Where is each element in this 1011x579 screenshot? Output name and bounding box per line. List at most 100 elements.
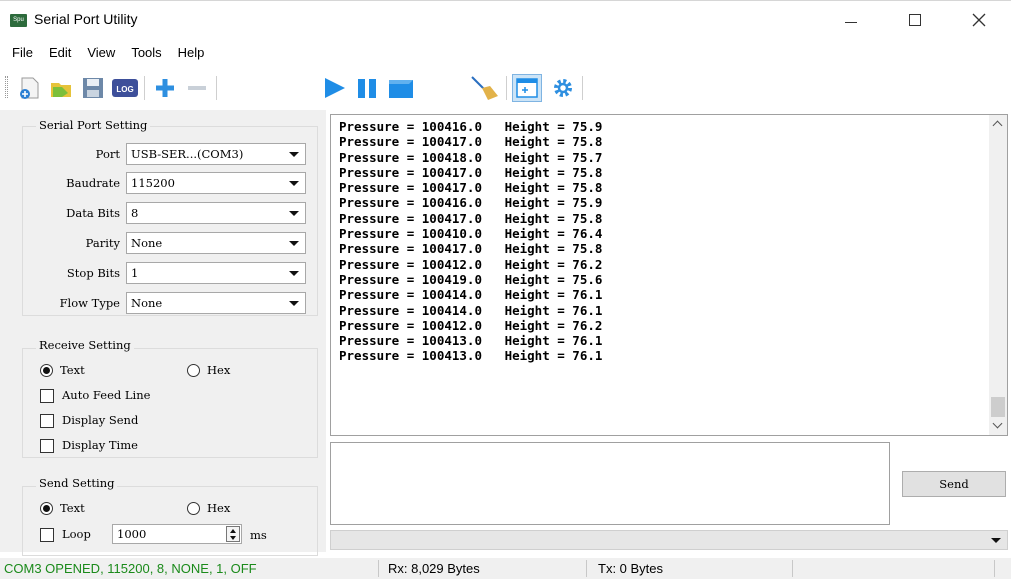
loop-checkbox[interactable]	[40, 528, 54, 542]
stopbits-select[interactable]: 1	[126, 262, 306, 284]
menu-view[interactable]: View	[81, 43, 121, 62]
status-separator	[994, 560, 995, 577]
received-line: Pressure = 100416.0 Height = 75.9	[339, 195, 603, 211]
menu-bar: File Edit View Tools Help	[0, 40, 214, 64]
scrollbar-thumb[interactable]	[991, 397, 1005, 417]
chevron-down-icon	[289, 211, 299, 216]
receive-text-radio[interactable]	[40, 364, 53, 377]
log-button[interactable]: LOG	[110, 74, 140, 102]
baudrate-select[interactable]: 115200	[126, 172, 306, 194]
close-button[interactable]	[956, 7, 1002, 33]
window-layout-button[interactable]	[512, 74, 542, 102]
menu-tools[interactable]: Tools	[125, 43, 167, 62]
databits-label: Data Bits	[66, 206, 120, 220]
stop-button[interactable]	[386, 74, 416, 102]
port-value: USB-SER...(COM3)	[131, 147, 244, 161]
settings-gear-icon	[554, 79, 572, 97]
status-separator	[586, 560, 587, 577]
minimize-icon	[845, 21, 857, 23]
send-button[interactable]: Send	[902, 471, 1006, 497]
add-button[interactable]	[150, 74, 180, 102]
pause-icon	[358, 79, 376, 98]
chevron-down-icon	[991, 538, 1001, 543]
send-history-select[interactable]	[330, 530, 1008, 550]
display-send-label: Display Send	[62, 413, 139, 427]
maximize-icon	[909, 14, 921, 26]
loop-label: Loop	[62, 527, 91, 541]
menu-file[interactable]: File	[6, 43, 39, 62]
chevron-down-icon	[289, 271, 299, 276]
svg-text:LOG: LOG	[116, 85, 133, 94]
spin-arrows-icon[interactable]	[226, 526, 240, 542]
settings-button[interactable]	[548, 74, 578, 102]
minimize-button[interactable]	[828, 7, 874, 33]
toolbar-separator	[216, 76, 217, 100]
send-text-radio[interactable]	[40, 502, 53, 515]
display-send-checkbox[interactable]	[40, 414, 54, 428]
clear-broom-icon	[471, 76, 498, 100]
received-line: Pressure = 100418.0 Height = 75.7	[339, 149, 603, 165]
send-text-label: Text	[60, 501, 85, 515]
remove-button[interactable]	[182, 74, 212, 102]
connection-status: COM3 OPENED, 115200, 8, NONE, 1, OFF	[4, 561, 257, 576]
stopbits-value: 1	[131, 266, 139, 280]
maximize-button[interactable]	[892, 7, 938, 33]
received-line: Pressure = 100417.0 Height = 75.8	[339, 210, 603, 226]
flowtype-select[interactable]: None	[126, 292, 306, 314]
auto-feed-line-label: Auto Feed Line	[62, 388, 151, 402]
received-line: Pressure = 100417.0 Height = 75.8	[339, 180, 603, 196]
menu-edit[interactable]: Edit	[43, 43, 77, 62]
parity-label: Parity	[85, 236, 120, 250]
received-line: Pressure = 100412.0 Height = 76.2	[339, 317, 603, 333]
remove-icon	[188, 86, 206, 90]
window-icon	[516, 78, 538, 98]
send-hex-radio[interactable]	[187, 502, 200, 515]
receive-hex-label: Hex	[207, 363, 231, 377]
open-button[interactable]	[46, 74, 76, 102]
loop-unit-label: ms	[250, 528, 267, 542]
received-line: Pressure = 100412.0 Height = 76.2	[339, 256, 603, 272]
received-line: Pressure = 100417.0 Height = 75.8	[339, 134, 603, 150]
serial-port-group-title: Serial Port Setting	[36, 118, 151, 132]
send-textarea[interactable]	[330, 442, 890, 525]
flowtype-value: None	[131, 296, 163, 310]
databits-value: 8	[131, 206, 139, 220]
clear-button[interactable]	[470, 74, 500, 102]
menu-help[interactable]: Help	[172, 43, 211, 62]
new-file-button[interactable]	[14, 74, 44, 102]
toolbar-separator	[506, 76, 507, 100]
settings-panel: Serial Port Setting Port USB-SER...(COM3…	[0, 110, 326, 556]
new-file-icon	[20, 77, 39, 99]
save-button[interactable]	[78, 74, 108, 102]
scroll-up-icon[interactable]	[992, 120, 1003, 131]
app-logo-icon: Spu	[10, 14, 27, 27]
window-title: Serial Port Utility	[34, 11, 138, 27]
scroll-down-icon[interactable]	[992, 418, 1003, 429]
pause-button[interactable]	[352, 74, 382, 102]
auto-feed-line-checkbox[interactable]	[40, 389, 54, 403]
flowtype-label: Flow Type	[59, 296, 120, 310]
play-icon	[325, 78, 345, 98]
chevron-down-icon	[289, 241, 299, 246]
loop-interval-spinbox[interactable]: 1000	[112, 524, 242, 544]
received-line: Pressure = 100416.0 Height = 75.9	[339, 119, 603, 134]
send-hex-label: Hex	[207, 501, 231, 515]
parity-select[interactable]: None	[126, 232, 306, 254]
save-icon	[83, 78, 103, 98]
log-icon: LOG	[112, 79, 138, 97]
chevron-down-icon	[289, 301, 299, 306]
receive-hex-radio[interactable]	[187, 364, 200, 377]
receive-setting-title: Receive Setting	[36, 338, 134, 352]
start-button[interactable]	[320, 74, 350, 102]
display-time-checkbox[interactable]	[40, 439, 54, 453]
received-line: Pressure = 100419.0 Height = 75.6	[339, 271, 603, 287]
open-folder-icon	[51, 83, 71, 97]
toolbar-separator	[144, 76, 145, 100]
vertical-scrollbar[interactable]	[989, 115, 1007, 435]
baudrate-label: Baudrate	[66, 176, 120, 190]
close-icon	[972, 13, 986, 27]
send-setting-title: Send Setting	[36, 476, 118, 490]
receive-textarea[interactable]: Pressure = 100416.0 Height = 75.9 Pressur…	[330, 114, 1008, 436]
databits-select[interactable]: 8	[126, 202, 306, 224]
port-select[interactable]: USB-SER...(COM3)	[126, 143, 306, 165]
